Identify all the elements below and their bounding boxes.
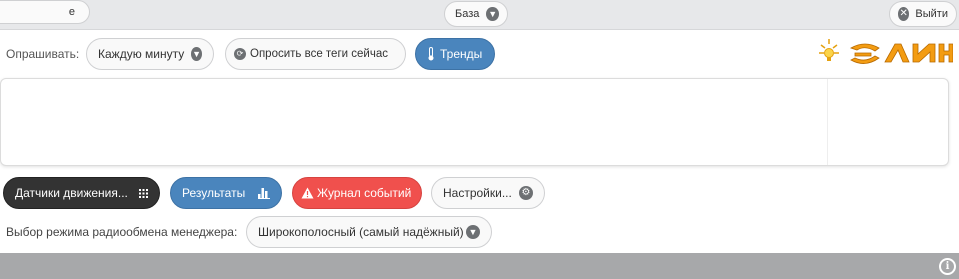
radio-mode-label: Выбор режима радиообмена менеджера: — [6, 225, 238, 239]
panel-divider — [827, 79, 828, 165]
motion-sensors-label: Датчики движения... — [15, 186, 128, 200]
exit-button[interactable]: ✕ Выйти — [889, 1, 957, 27]
exit-label: Выйти — [915, 8, 948, 20]
poll-all-tags-label: Опросить все теги сейчас — [250, 48, 388, 60]
poll-interval-select[interactable]: Каждую минуту ▼ — [86, 38, 214, 70]
left-menu-label: e — [68, 6, 75, 18]
event-log-button[interactable]: Журнал событий — [292, 177, 422, 209]
database-select[interactable]: База ▼ — [444, 1, 508, 27]
poll-interval-value: Каждую минуту — [98, 47, 185, 61]
top-bar: e База ▼ ✕ Выйти — [0, 0, 959, 30]
chevron-down-icon: ▼ — [486, 7, 499, 21]
footer-bar: i — [0, 253, 959, 279]
event-log-label: Журнал событий — [317, 186, 412, 200]
motion-sensors-button[interactable]: Датчики движения... — [3, 177, 160, 209]
results-button[interactable]: Результаты — [170, 177, 282, 209]
settings-label: Настройки... — [443, 186, 512, 200]
trends-button[interactable]: Тренды — [415, 38, 495, 70]
info-icon[interactable]: i — [939, 258, 956, 275]
radio-mode-select[interactable]: Широкополосный (самый надёжный) ▼ — [246, 216, 492, 248]
elin-logo — [815, 36, 954, 68]
poll-interval-label: Опрашивать: — [6, 47, 80, 61]
refresh-icon: ⟳ — [234, 48, 246, 60]
chevron-down-icon: ▼ — [191, 47, 202, 61]
database-label: База — [455, 8, 480, 20]
poll-all-tags-button[interactable]: ⟳ Опросить все теги сейчас — [225, 38, 406, 70]
radio-mode-value: Широкополосный (самый надёжный) — [258, 225, 464, 239]
thermometer-icon — [427, 47, 435, 61]
left-menu-button[interactable]: e — [0, 0, 90, 24]
results-label: Результаты — [182, 186, 246, 200]
content-panel — [0, 78, 949, 166]
warning-icon — [301, 187, 314, 199]
grid-icon — [139, 188, 148, 198]
chevron-down-icon: ▼ — [466, 225, 480, 239]
trends-label: Тренды — [440, 47, 483, 61]
gear-icon: ⚙ — [519, 186, 533, 200]
settings-button[interactable]: Настройки... ⚙ — [431, 177, 545, 209]
bar-chart-icon — [258, 187, 270, 199]
close-circle-icon: ✕ — [898, 7, 910, 21]
